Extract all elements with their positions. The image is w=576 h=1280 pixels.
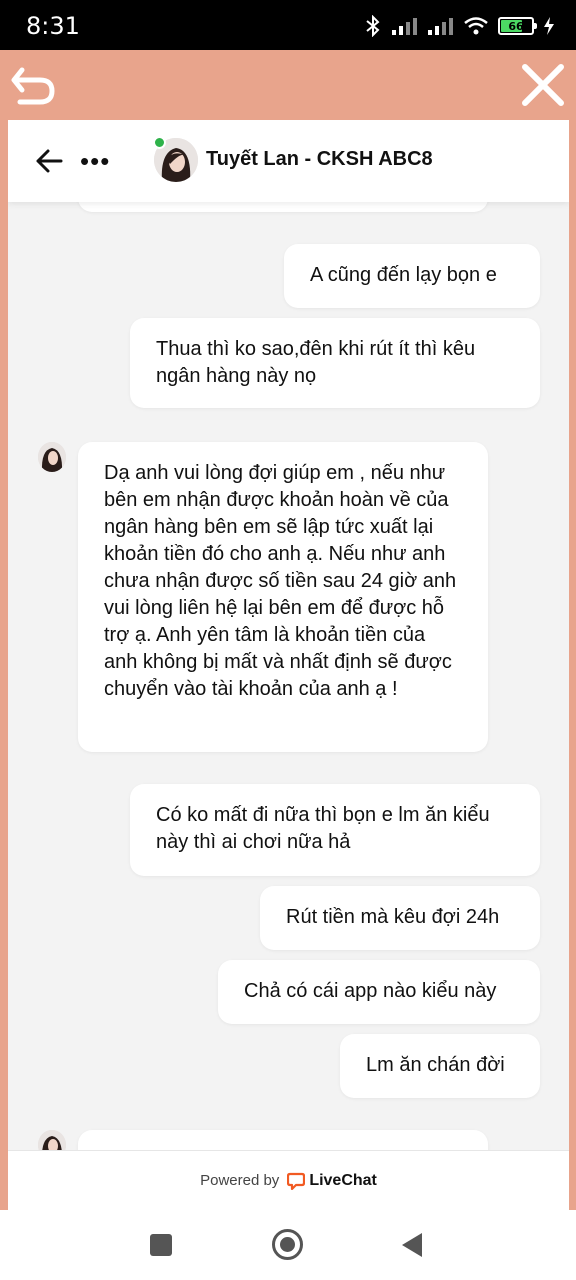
home-icon[interactable] [272, 1229, 303, 1260]
visitor-message: Chả có cái app nào kiểu này [218, 960, 540, 1024]
message-bubble [78, 202, 488, 212]
status-bar: 8:31 66 [0, 0, 576, 50]
system-back-icon[interactable] [402, 1233, 422, 1257]
battery-icon: 66 [498, 17, 537, 35]
status-time: 8:31 [26, 12, 80, 40]
powered-by-footer[interactable]: Powered by LiveChat [8, 1150, 569, 1210]
bluetooth-icon [366, 15, 380, 37]
chat-header: ••• Tuyết Lan - CKSH ABC8 [8, 120, 569, 202]
message-list[interactable]: A cũng đến lạy bọn e Thua thì ko sao,đên… [8, 202, 569, 1150]
recent-apps-icon[interactable] [150, 1234, 172, 1256]
livechat-logo-icon [287, 1172, 306, 1190]
agent-avatar [38, 442, 66, 472]
message-text: Dạ anh vui lòng đợi giúp em , nếu như bê… [104, 462, 457, 700]
visitor-message: Rút tiền mà kêu đợi 24h [260, 886, 540, 950]
battery-level: 66 [508, 19, 524, 33]
visitor-message: Có ko mất đi nữa thì bọn e lm ăn kiểu nà… [130, 784, 540, 876]
livechat-brand-label: LiveChat [309, 1171, 377, 1189]
message-text: Lm ăn chán đời [366, 1054, 505, 1076]
agent-message: Dạ anh vui lòng đợi giúp em , nếu như bê… [78, 442, 488, 752]
message-text: Có ko mất đi nữa thì bọn e lm ăn kiểu nà… [156, 804, 490, 853]
wifi-icon [464, 17, 488, 35]
back-arrow-icon[interactable] [34, 146, 64, 176]
chat-window: ••• Tuyết Lan - CKSH ABC8 A cũng đến lạy… [8, 120, 569, 1210]
system-nav-bar [0, 1210, 576, 1280]
message-text: Thua thì ko sao,đên khi rút ít thì kêu n… [156, 338, 476, 387]
agent-message [78, 1130, 488, 1150]
more-options-icon[interactable]: ••• [80, 148, 110, 174]
online-status-icon [153, 136, 166, 149]
visitor-message: A cũng đến lạy bọn e [284, 244, 540, 308]
status-icons: 66 [364, 15, 554, 37]
agent-name: Tuyết Lan - CKSH ABC8 [206, 148, 433, 170]
message-text: Rút tiền mà kêu đợi 24h [286, 906, 500, 928]
signal-icon [428, 18, 453, 35]
visitor-message: Thua thì ko sao,đên khi rút ít thì kêu n… [130, 318, 540, 408]
livechat-brand[interactable]: LiveChat [287, 1172, 377, 1190]
outer-toolbar [0, 50, 576, 120]
close-icon[interactable] [520, 62, 566, 108]
powered-by-label: Powered by [200, 1172, 280, 1189]
agent-avatar [38, 1130, 66, 1150]
message-text: A cũng đến lạy bọn e [310, 264, 497, 286]
signal-icon [392, 18, 417, 35]
visitor-message: Lm ăn chán đời [340, 1034, 540, 1098]
message-text: Chả có cái app nào kiểu này [244, 980, 497, 1002]
undo-arrow-icon[interactable] [10, 60, 58, 108]
charging-icon [544, 17, 554, 35]
